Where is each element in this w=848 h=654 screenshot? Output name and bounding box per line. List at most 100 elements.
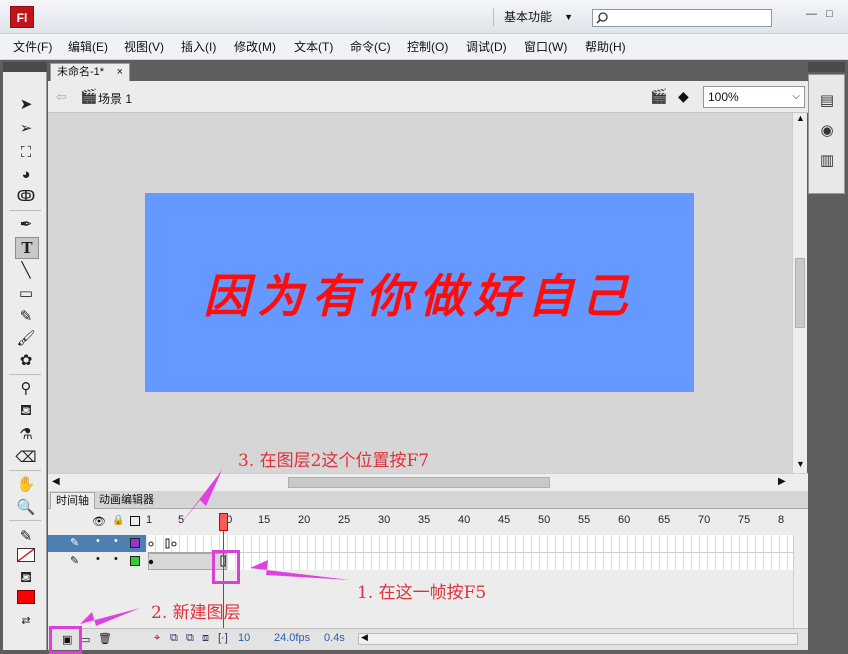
- scroll-down-icon[interactable]: ▼: [796, 459, 805, 469]
- menu-debug[interactable]: 调试(D): [466, 39, 507, 55]
- delete-layer-icon[interactable]: 🗑: [98, 632, 112, 645]
- lock-icon[interactable]: 🔒: [112, 515, 124, 526]
- selection-tool-icon[interactable]: ➤: [15, 94, 37, 114]
- color-panel-icon[interactable]: ◉: [817, 121, 837, 141]
- back-arrow-icon[interactable]: ⇦: [56, 89, 67, 105]
- eye-icon[interactable]: 👁: [92, 515, 106, 528]
- eyedropper-tool-icon[interactable]: ⚗: [15, 424, 37, 444]
- outline-icon[interactable]: [130, 516, 140, 526]
- lasso-tool-icon[interactable]: ↂ: [15, 186, 37, 206]
- menu-control[interactable]: 控制(O): [407, 39, 448, 55]
- bone-tool-icon[interactable]: ⚲: [15, 378, 37, 398]
- frame-grid[interactable]: [147, 535, 793, 571]
- scene-label: 场景 1: [98, 92, 133, 106]
- stage-text[interactable]: 因为有你做好自己: [204, 260, 636, 326]
- onion-outline-icon[interactable]: ⧉: [186, 632, 194, 645]
- stage-vertical-scrollbar[interactable]: ▲ ▼: [792, 113, 807, 473]
- layer-row-2[interactable]: ✎ • •: [48, 535, 146, 552]
- ruler-label: 60: [618, 514, 631, 526]
- zoom-value: 100%: [708, 90, 739, 104]
- edit-symbols-icon[interactable]: ◆: [678, 88, 689, 105]
- pencil-tool-icon[interactable]: ✎: [15, 306, 37, 326]
- layer-icon: ✎: [70, 555, 80, 567]
- menu-window[interactable]: 窗口(W): [524, 39, 567, 55]
- fill-color-swatch[interactable]: [17, 590, 35, 604]
- menu-commands[interactable]: 命令(C): [350, 39, 391, 55]
- frame-rate[interactable]: 24.0fps: [274, 632, 310, 644]
- edit-scene-icon[interactable]: 🎬: [650, 88, 667, 105]
- frame-cells[interactable]: [147, 535, 793, 571]
- visible-dot[interactable]: •: [96, 553, 100, 565]
- tab-motion-editor[interactable]: 动画编辑器: [94, 492, 159, 509]
- layer-color-swatch[interactable]: [130, 538, 140, 548]
- lock-dot[interactable]: •: [114, 553, 118, 565]
- lock-dot[interactable]: •: [114, 535, 118, 547]
- stroke-color-swatch[interactable]: [17, 548, 35, 562]
- scroll-up-icon[interactable]: ▲: [796, 113, 805, 123]
- tab-timeline[interactable]: 时间轴: [50, 492, 95, 510]
- menu-text[interactable]: 文本(T): [294, 39, 333, 55]
- highlight-frame-10: [212, 550, 240, 584]
- timeline-horizontal-scrollbar[interactable]: ◀: [358, 632, 798, 645]
- frame-ruler[interactable]: 1 5 10 15 20 25 30 35 40 45 50 55 60 65 …: [146, 511, 793, 531]
- properties-panel-icon[interactable]: ▤: [817, 91, 837, 111]
- subselection-tool-icon[interactable]: ➢: [15, 118, 37, 138]
- paint-bucket-tool-icon[interactable]: ⛾: [15, 401, 37, 421]
- scroll-thumb[interactable]: [288, 477, 550, 488]
- menu-bar: 文件(F) 编辑(E) 视图(V) 插入(I) 修改(M) 文本(T) 命令(C…: [0, 34, 848, 60]
- close-icon[interactable]: ×: [117, 64, 123, 81]
- search-input[interactable]: [592, 9, 772, 27]
- workspace-switcher[interactable]: 基本功能 ▼: [493, 8, 573, 26]
- pen-tool-icon[interactable]: ✒: [15, 214, 37, 234]
- menu-modify[interactable]: 修改(M): [234, 39, 276, 55]
- timeline-vertical-scrollbar[interactable]: [793, 535, 806, 628]
- playhead[interactable]: [219, 513, 228, 531]
- line-tool-icon[interactable]: ╲: [15, 260, 37, 280]
- menu-edit[interactable]: 编辑(E): [68, 39, 108, 55]
- menu-view[interactable]: 视图(V): [124, 39, 164, 55]
- maximize-button[interactable]: □: [826, 8, 833, 20]
- motion-path-icon: ✎: [70, 537, 80, 549]
- scroll-right-icon[interactable]: ▶: [778, 476, 786, 487]
- library-panel-icon[interactable]: ▥: [817, 151, 837, 171]
- minimize-button[interactable]: —: [806, 8, 817, 20]
- scroll-left-icon[interactable]: ◀: [52, 476, 60, 487]
- stage-horizontal-scrollbar[interactable]: ◀ ▶: [48, 473, 808, 491]
- hand-tool-icon[interactable]: ✋: [15, 474, 37, 494]
- deco-tool-icon[interactable]: ✿: [15, 350, 37, 370]
- search-icon: [596, 12, 608, 24]
- stroke-color-icon[interactable]: ✎: [15, 526, 37, 546]
- text-tool-icon[interactable]: T: [15, 237, 39, 259]
- timeline-footer: ▣ ▭ 🗑 ⌖ ⧉ ⧉ ⧈ [·] 10 24.0fps 0.4s ◀: [48, 628, 808, 650]
- edit-multiple-frames-icon[interactable]: ⧈: [202, 632, 209, 645]
- zoom-tool-icon[interactable]: 🔍: [15, 497, 37, 517]
- menu-help[interactable]: 帮助(H): [585, 39, 626, 55]
- stage-area[interactable]: 因为有你做好自己: [48, 113, 792, 473]
- ruler-label: 15: [258, 514, 271, 526]
- current-frame[interactable]: 10: [238, 632, 250, 644]
- swap-colors-icon[interactable]: ⇄: [15, 610, 37, 630]
- onion-skin-icon[interactable]: ⧉: [170, 632, 178, 645]
- fill-bucket-icon[interactable]: ⛾: [15, 568, 37, 588]
- document-tab[interactable]: 未命名-1* ×: [50, 63, 130, 81]
- artboard[interactable]: 因为有你做好自己: [145, 193, 694, 392]
- visible-dot[interactable]: •: [96, 535, 100, 547]
- brush-tool-icon[interactable]: 🖌: [15, 328, 37, 348]
- layer-color-swatch[interactable]: [130, 556, 140, 566]
- zoom-select[interactable]: 100% ⌵: [703, 86, 805, 108]
- modify-markers-icon[interactable]: [·]: [218, 632, 228, 644]
- rectangle-tool-icon[interactable]: ▭: [15, 283, 37, 303]
- annotation-step1: 1. 在这一帧按F5: [357, 583, 487, 603]
- panel-collapse-bar[interactable]: [3, 62, 47, 72]
- free-transform-tool-icon[interactable]: ⛶: [15, 142, 37, 162]
- center-frame-icon[interactable]: ⌖: [154, 632, 160, 645]
- scroll-left-icon[interactable]: ◀: [361, 632, 368, 643]
- layer-row-1[interactable]: ✎ • •: [48, 553, 146, 570]
- menu-file[interactable]: 文件(F): [13, 39, 52, 55]
- menu-insert[interactable]: 插入(I): [181, 39, 216, 55]
- 3d-rotation-tool-icon[interactable]: ◕: [15, 164, 37, 184]
- panel-collapse-bar[interactable]: [808, 62, 845, 72]
- title-bar: Fl 基本功能 ▼ — □: [0, 0, 848, 34]
- eraser-tool-icon[interactable]: ⌫: [15, 447, 37, 467]
- scroll-thumb[interactable]: [795, 258, 805, 328]
